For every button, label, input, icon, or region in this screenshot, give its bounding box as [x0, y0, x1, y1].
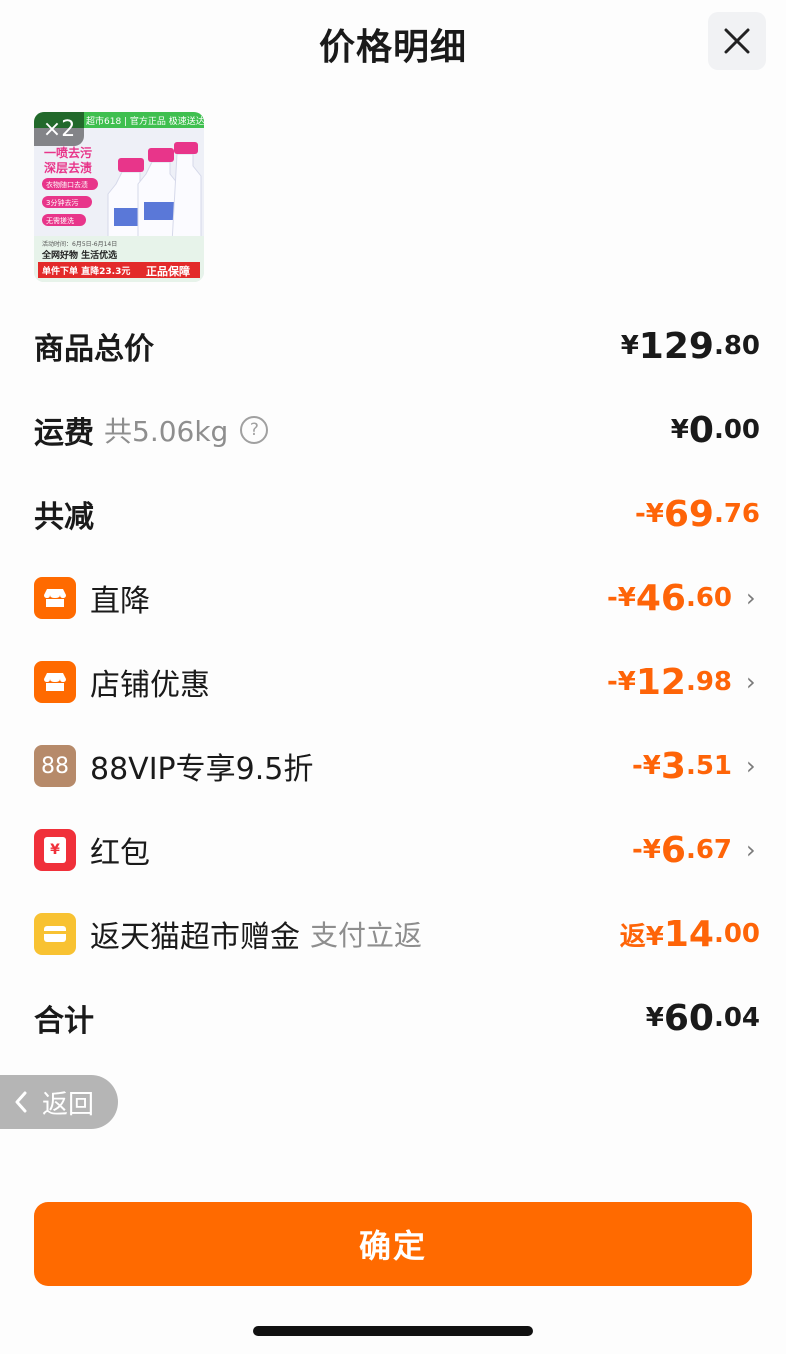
row-left: 直降 [34, 568, 150, 628]
banner-text: 超市618 | 官方正品 极速送达 [86, 115, 204, 127]
amount-int: 14 [663, 913, 714, 955]
row-left: ¥ 红包 [34, 820, 150, 880]
promo-date: 活动时间：6月5日-6月14日 [42, 240, 117, 248]
cashback-note: 支付立返 [310, 919, 423, 952]
row-red-packet[interactable]: ¥ 红包 -¥ 6.67 › [34, 820, 760, 880]
amount: ¥0.00 [671, 400, 760, 460]
row-label: 返天猫超市赠金 [90, 920, 300, 955]
currency: 返¥ [619, 921, 664, 952]
bullet-1: 衣物随口去渍 [46, 180, 88, 189]
chevron-right-icon: › [746, 668, 756, 696]
amount: -¥ 46.60 › [607, 568, 760, 628]
wallet-icon [34, 913, 76, 955]
row-grand-total: 合计 ¥60.04 [34, 988, 760, 1048]
amount: -¥ 12.98 › [607, 652, 760, 712]
amount-int: 6 [660, 829, 686, 871]
amount-dec: .80 [713, 331, 760, 361]
currency: ¥ [645, 1003, 664, 1033]
home-indicator[interactable] [253, 1326, 533, 1336]
shop-icon [34, 577, 76, 619]
amount-int: 3 [660, 745, 686, 787]
chevron-right-icon: › [746, 752, 756, 780]
row-label: 店铺优惠 [90, 668, 210, 703]
guarantee-text: 正品保障 [146, 264, 190, 278]
row-label: 商品总价 [34, 332, 154, 367]
row-label: 红包 [90, 836, 150, 871]
row-direct-discount[interactable]: 直降 -¥ 46.60 › [34, 568, 760, 628]
shop-icon [34, 661, 76, 703]
currency: ¥ [620, 331, 639, 361]
amount: -¥ 3.51 › [632, 736, 760, 796]
close-icon [724, 28, 750, 54]
bullet-3: 无需搓洗 [46, 216, 74, 225]
amount-dec: .00 [713, 415, 760, 445]
row-label: 共减 [34, 500, 94, 535]
chevron-left-icon [15, 1091, 27, 1113]
bullet-2: 3分钟去污 [46, 198, 78, 207]
row-left: 返天猫超市赠金 支付立返 [34, 904, 422, 964]
amount-int: 60 [663, 997, 714, 1039]
amount-dec: .04 [713, 1003, 760, 1033]
help-icon[interactable]: ? [240, 416, 269, 444]
row-total-reduction: 共减 -¥ 69.76 [34, 484, 760, 544]
row-88vip-discount[interactable]: 88 88VIP专享9.5折 -¥ 3.51 › [34, 736, 760, 796]
close-button[interactable] [708, 12, 766, 70]
chevron-right-icon: › [746, 584, 756, 612]
promo-text: 单件下单 直降23.3元 [42, 265, 130, 277]
red-packet-symbol: ¥ [44, 837, 66, 863]
amount-dec: .67 [685, 835, 732, 865]
amount-int: 0 [688, 409, 714, 451]
row-label: 直降 [90, 584, 150, 619]
currency: ¥ [670, 415, 689, 445]
row-label: 运费 [34, 416, 94, 451]
amount-dec: .98 [685, 667, 732, 697]
amount-int: 129 [638, 325, 714, 367]
amount-int: 69 [663, 493, 714, 535]
row-store-discount[interactable]: 店铺优惠 -¥ 12.98 › [34, 652, 760, 712]
row-goods-total: 商品总价 ¥129.80 [34, 316, 760, 376]
page-title: 价格明细 [318, 27, 467, 68]
chevron-right-icon: › [746, 836, 756, 864]
row-left: 88 88VIP专享9.5折 [34, 736, 313, 796]
quantity-badge: ×2 [34, 112, 84, 146]
currency: -¥ [631, 835, 661, 865]
amount: -¥ 6.67 › [632, 820, 760, 880]
amount-dec: .51 [685, 751, 732, 781]
currency: -¥ [606, 583, 636, 613]
currency: -¥ [631, 751, 661, 781]
slogan: 全网好物 生活优选 [41, 249, 117, 261]
back-button[interactable]: 返回 [0, 1075, 118, 1129]
amount: ¥129.80 [621, 316, 760, 376]
vip-88-icon: 88 [34, 745, 76, 787]
headline-2: 深层去渍 [44, 160, 92, 175]
headline-1: 一喷去污 [44, 145, 92, 160]
currency: -¥ [606, 667, 636, 697]
amount-dec: .00 [713, 919, 760, 949]
row-left: 运费 共5.06kg ? [34, 400, 269, 460]
amount: -¥ 69.76 [635, 484, 760, 544]
row-cashback: 返天猫超市赠金 支付立返 返¥ 14.00 [34, 904, 760, 964]
amount-int: 46 [635, 577, 686, 619]
red-packet-icon: ¥ [34, 829, 76, 871]
row-shipping: 运费 共5.06kg ? ¥0.00 [34, 400, 760, 460]
row-label: 88VIP专享9.5折 [90, 752, 314, 787]
amount-dec: .76 [713, 499, 760, 529]
confirm-button[interactable]: 确定 [34, 1202, 752, 1286]
amount-int: 12 [635, 661, 686, 703]
row-label: 合计 [34, 1004, 94, 1039]
back-label: 返回 [42, 1089, 95, 1120]
amount-dec: .60 [685, 583, 732, 613]
currency: -¥ [634, 499, 664, 529]
row-left: 店铺优惠 [34, 652, 210, 712]
weight-text: 共5.06kg [104, 415, 229, 448]
amount: ¥60.04 [646, 988, 760, 1048]
amount: 返¥ 14.00 [620, 904, 760, 964]
